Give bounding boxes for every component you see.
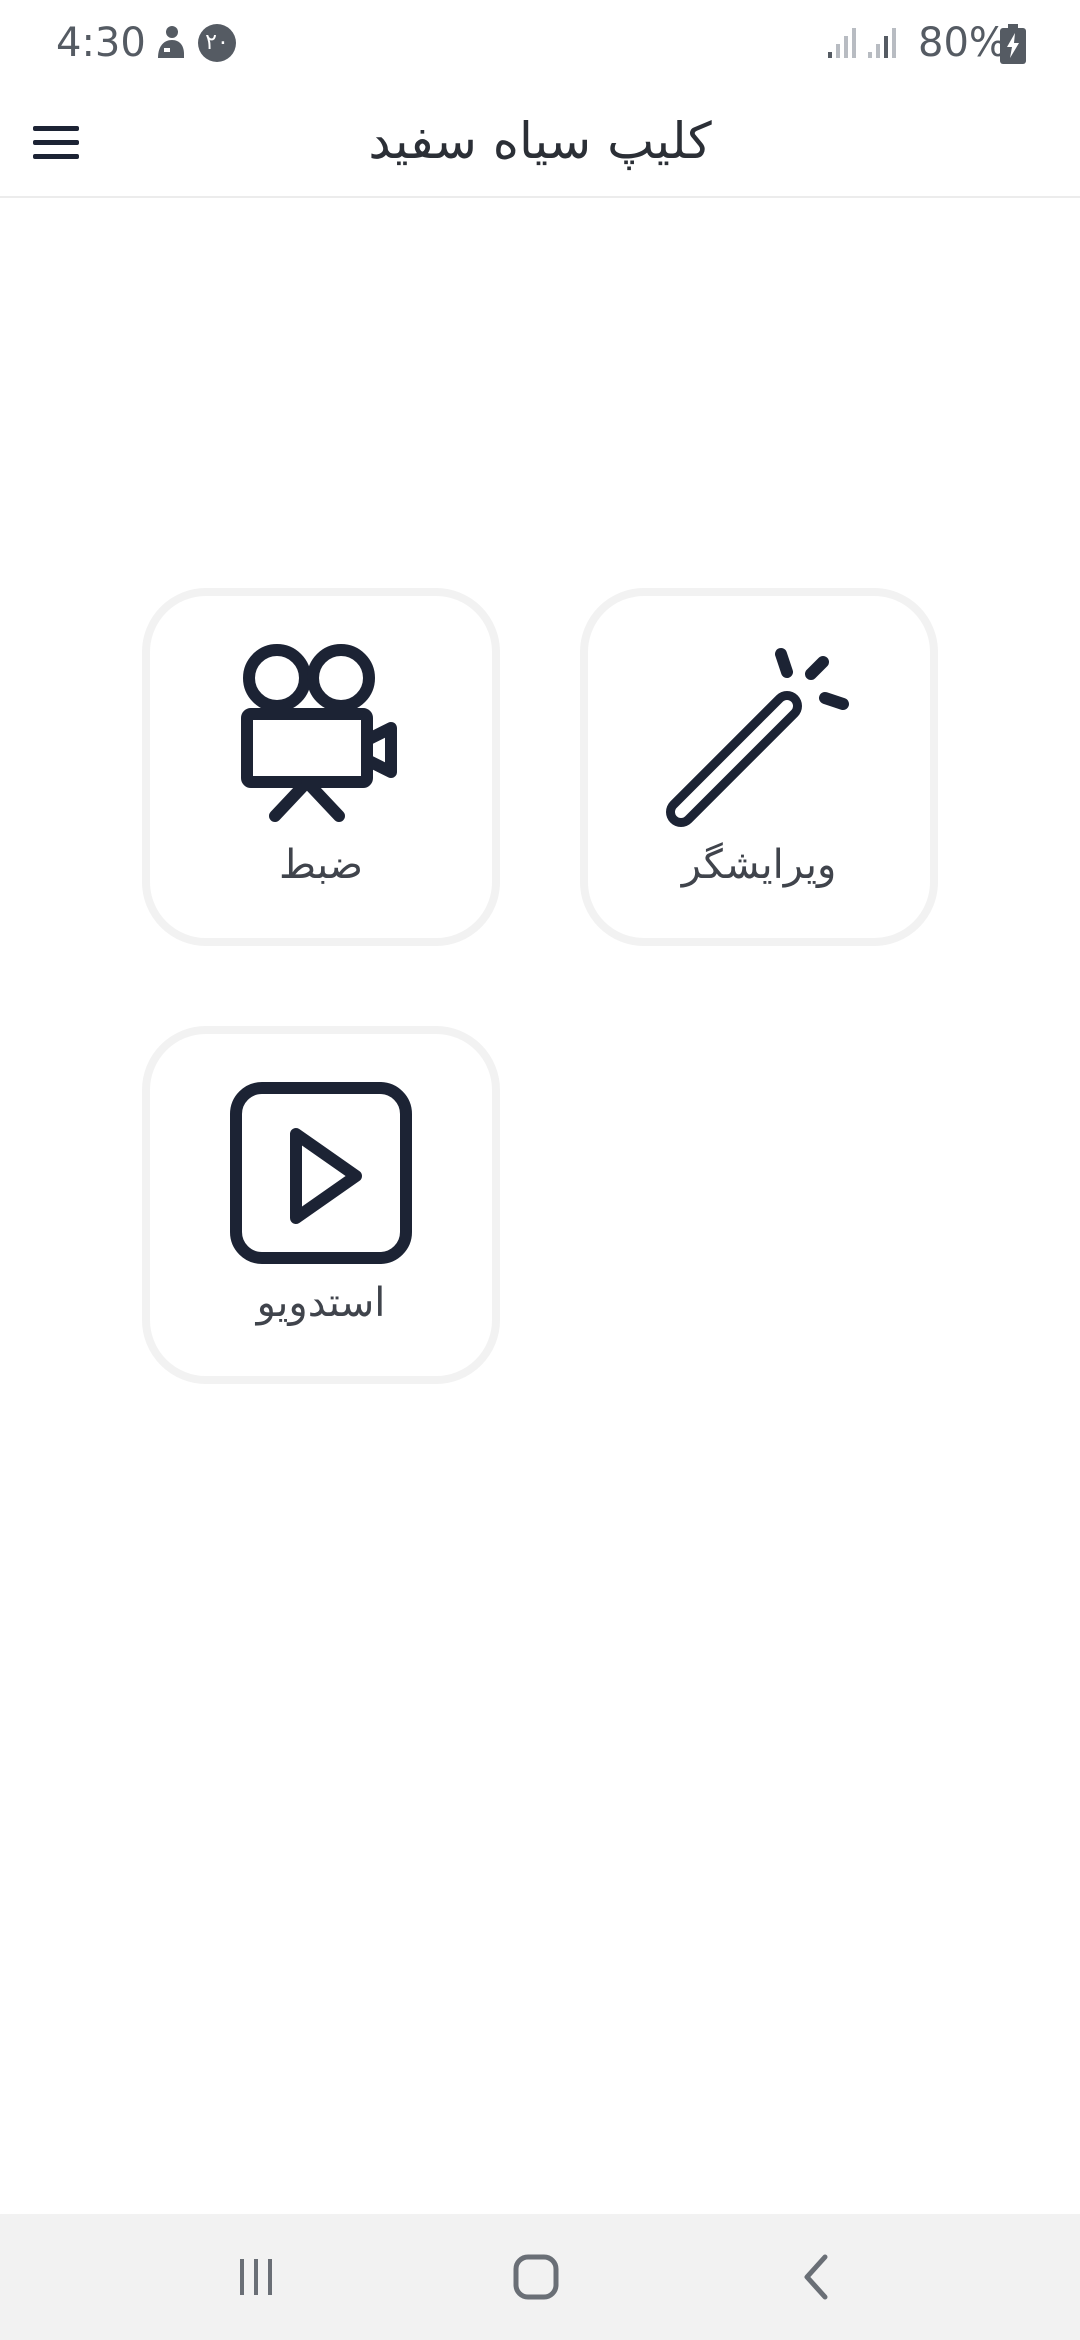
- system-navigation-bar: [0, 2214, 1080, 2340]
- studio-label: استدویو: [256, 1280, 386, 1326]
- battery-percentage: 80%: [918, 20, 1007, 66]
- editor-tile[interactable]: ویرایشگر: [580, 588, 938, 946]
- menu-button[interactable]: [26, 114, 86, 170]
- home-icon: [513, 2254, 559, 2300]
- app-title: کلیپ سیاه سفید: [368, 112, 712, 170]
- battery-charging-icon: [1000, 24, 1026, 64]
- status-time: 4:30: [56, 20, 146, 66]
- notification-badge: ۲۰: [198, 24, 236, 62]
- hamburger-menu-icon: [33, 126, 79, 159]
- screen: 4:30 ۲۰ 80% کلیپ سیاه سفید ویرایشگر ضبط …: [0, 0, 1080, 2340]
- app-bar: کلیپ سیاه سفید: [0, 86, 1080, 198]
- back-chevron-icon: [804, 2254, 828, 2300]
- recents-button[interactable]: [221, 2242, 291, 2312]
- magic-wand-icon: [666, 648, 849, 827]
- signal-strength-icon: [828, 28, 856, 58]
- play-square-icon: [230, 1082, 412, 1264]
- studio-tile[interactable]: استدویو: [142, 1026, 500, 1384]
- editor-label: ویرایشگر: [681, 842, 837, 888]
- notification-app-icon: [158, 26, 184, 58]
- signal-strength-icon: [868, 28, 896, 58]
- record-label: ضبط: [278, 842, 363, 888]
- recents-icon: [240, 2259, 272, 2295]
- home-button[interactable]: [501, 2242, 571, 2312]
- record-tile[interactable]: ضبط: [142, 588, 500, 946]
- status-bar: 4:30 ۲۰ 80%: [0, 0, 1080, 86]
- back-button[interactable]: [782, 2242, 852, 2312]
- movie-camera-icon: [241, 644, 397, 822]
